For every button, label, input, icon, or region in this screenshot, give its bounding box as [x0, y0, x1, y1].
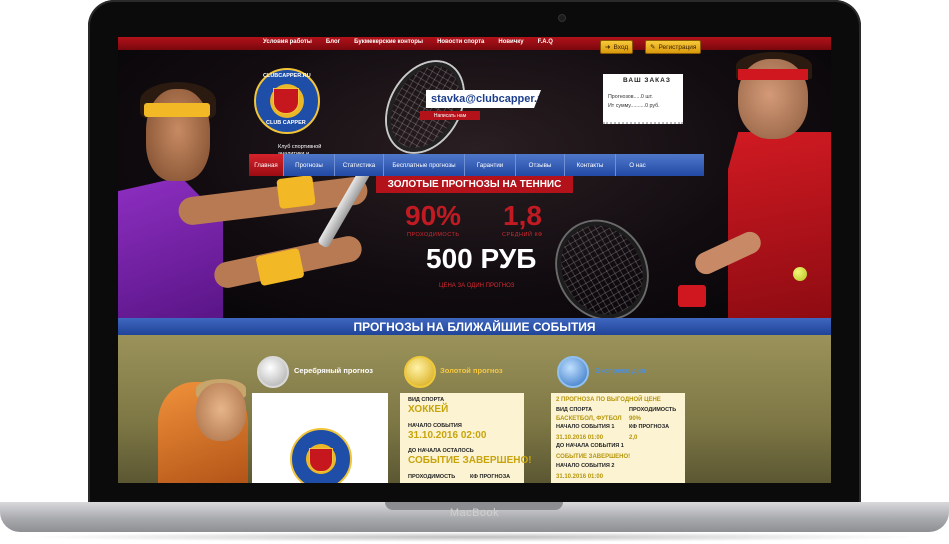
price-value: 500 РУБ — [426, 243, 537, 274]
express-title: 2 ПРОГНОЗА ПО ВЫГОДНОЙ ЦЕНЕ — [556, 397, 661, 403]
device-brand: MacBook — [449, 507, 500, 519]
gold-sport-label: ВИД СПОРТА — [408, 397, 445, 403]
nav-item-reviews[interactable]: Отзывы — [516, 154, 565, 176]
logo-top-text: CLUBCAPPER.RU — [263, 73, 311, 79]
events-title: ПРОГНОЗЫ НА БЛИЖАЙШИЕ СОБЫТИЯ — [118, 318, 831, 335]
top-nav-item-faq[interactable]: F.A.Q — [538, 39, 553, 45]
player-head — [196, 383, 246, 441]
tier-express-label[interactable]: Экспресс дня — [595, 366, 645, 375]
avg-coef-label: СРЕДНИЙ КФ — [502, 232, 543, 238]
gold-status: СОБЫТИЕ ЗАВЕРШЕНО! — [408, 455, 532, 466]
express-start1-value: 31.10.2016 01:00 — [556, 435, 604, 441]
screen: Условия работы Блог Букмекерские конторы… — [118, 37, 831, 483]
silver-medal-icon — [257, 356, 289, 388]
gold-card[interactable]: ВИД СПОРТА ХОККЕЙ НАЧАЛО СОБЫТИЯ 31.10.2… — [400, 393, 532, 483]
train-icon — [557, 356, 589, 388]
pass-rate-label: ПРОХОДИМОСТЬ — [407, 232, 460, 238]
express-card[interactable]: 2 ПРОГНОЗА ПО ВЫГОДНОЙ ЦЕНЕ ВИД СПОРТА П… — [551, 393, 685, 483]
express-start1-label: НАЧАЛО СОБЫТИЯ 1 — [556, 424, 615, 430]
nav-item-statistics[interactable]: Статистика — [335, 154, 384, 176]
nav-item-guarantees[interactable]: Гарантии — [465, 154, 516, 176]
tier-silver-label[interactable]: Серебряный прогноз — [294, 366, 373, 375]
wristband — [276, 174, 316, 210]
logo-bottom-text: CLUB CAPPER — [266, 120, 306, 126]
gold-remaining-label: ДО НАЧАЛА ОСТАЛОСЬ — [408, 448, 474, 454]
order-card[interactable]: ВАШ ЗАКАЗ Прогнозов.....0 шт. Ит сумму..… — [603, 74, 683, 124]
nav-item-free-forecasts[interactable]: Бесплатные прогнозы — [384, 154, 465, 176]
card-logo-shield — [309, 448, 333, 472]
login-button[interactable]: ➜ Вход — [600, 40, 634, 54]
top-nav-item-blog[interactable]: Блог — [326, 39, 340, 45]
main-nav: Главная Прогнозы Статистика Бесплатные п… — [249, 154, 704, 176]
contact-email[interactable]: stavka@clubcapper.ru — [426, 90, 541, 108]
write-us-button[interactable]: Написать нам — [420, 111, 480, 120]
order-title: ВАШ ЗАКАЗ — [623, 77, 671, 84]
nav-item-home[interactable]: Главная — [249, 154, 284, 176]
top-nav-item-news[interactable]: Новости спорта — [437, 39, 484, 45]
express-coef-value: 2,0 — [629, 435, 638, 441]
gold-sport-value: ХОККЕЙ — [408, 404, 449, 415]
price-label: ЦЕНА ЗА ОДИН ПРОГНОЗ — [439, 283, 515, 289]
nav-item-about[interactable]: О нас — [616, 154, 659, 176]
express-pass-label: ПРОХОДИМОСТЬ — [629, 407, 677, 413]
express-status1: СОБЫТИЕ ЗАВЕРШЕНО! — [556, 454, 631, 460]
top-nav: Условия работы Блог Букмекерские конторы… — [263, 39, 553, 45]
login-icon: ➜ — [605, 44, 611, 51]
avg-coef-value: 1,8 — [503, 200, 542, 231]
express-coef-label: КФ ПРОГНОЗА — [629, 424, 670, 430]
top-nav-item-terms[interactable]: Условия работы — [263, 39, 312, 45]
top-nav-item-bookmakers[interactable]: Букмекерские конторы — [354, 39, 423, 45]
register-button[interactable]: ✎ Регистрация — [645, 40, 702, 54]
express-pass-value: 90% — [629, 416, 642, 422]
gold-start-label: НАЧАЛО СОБЫТИЯ — [408, 423, 462, 429]
logo-shield — [273, 88, 299, 114]
camera — [558, 14, 566, 22]
player-left-headband — [144, 103, 210, 117]
login-label: Вход — [613, 43, 629, 51]
gold-medal-icon — [404, 356, 436, 388]
express-sport-value: БАСКЕТБОЛ, ФУТБОЛ — [556, 416, 622, 422]
register-label: Регистрация — [658, 43, 697, 51]
tennis-ball — [793, 267, 807, 281]
player-right-shirt — [728, 132, 831, 318]
nav-item-forecasts[interactable]: Прогнозы — [284, 154, 335, 176]
order-sum: Ит сумму..........0 руб. — [608, 103, 660, 109]
pass-rate-value: 90% — [405, 200, 462, 231]
nav-item-contacts[interactable]: Контакты — [565, 154, 616, 176]
express-remaining1-label: ДО НАЧАЛА СОБЫТИЯ 1 — [556, 443, 624, 449]
promo-title: ЗОЛОТЫЕ ПРОГНОЗЫ НА ТЕННИС — [376, 176, 573, 193]
top-nav-item-beginner[interactable]: Новичку — [498, 39, 523, 45]
edit-icon: ✎ — [650, 44, 656, 51]
player-right-headband — [738, 69, 808, 80]
laptop-shadow — [20, 532, 929, 542]
express-start2-label: НАЧАЛО СОБЫТИЯ 2 — [556, 463, 615, 469]
tier-gold-label[interactable]: Золотой прогноз — [440, 366, 503, 375]
gold-pass-label: ПРОХОДИМОСТЬ — [408, 474, 456, 480]
wristband — [678, 285, 706, 307]
gold-coef-label: КФ ПРОГНОЗА — [470, 474, 511, 480]
express-start2-value: 31.10.2016 01:00 — [556, 474, 604, 480]
gold-start-value: 31.10.2016 02:00 — [408, 430, 487, 441]
order-count: Прогнозов.....0 шт. — [608, 94, 653, 100]
express-sport-label: ВИД СПОРТА — [556, 407, 593, 413]
